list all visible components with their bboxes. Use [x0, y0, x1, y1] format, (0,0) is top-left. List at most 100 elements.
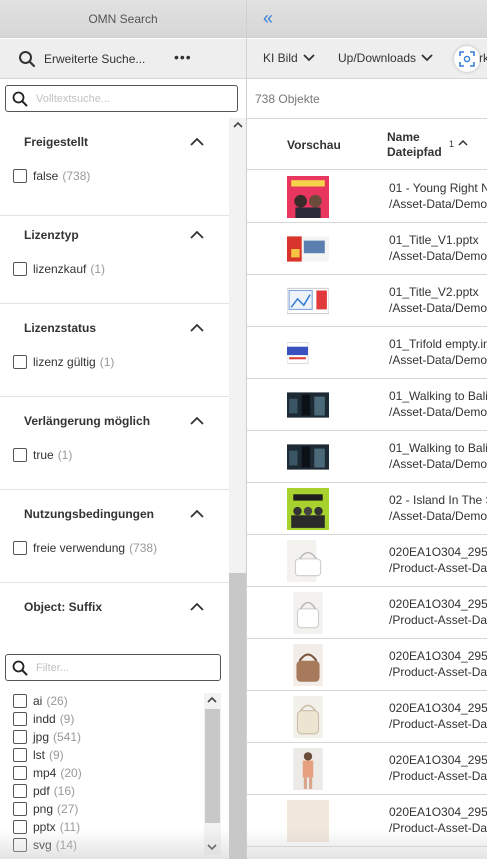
checkbox[interactable]	[13, 802, 27, 816]
suffix-filter-input[interactable]	[36, 661, 206, 674]
checkbox[interactable]	[13, 262, 27, 276]
checkbox[interactable]	[13, 730, 27, 744]
column-preview[interactable]: Vorschau	[287, 138, 341, 152]
suffix-scrollbar[interactable]	[204, 693, 221, 855]
checkbox[interactable]	[13, 784, 27, 798]
sort-up-icon[interactable]	[458, 139, 468, 147]
table-row[interactable]: 01_Trifold empty.indd/Asset-Data/Demo	[247, 327, 487, 379]
table-row[interactable]: 01_Title_V1.pptx/Asset-Data/Demo	[247, 223, 487, 275]
preview-thumbnail[interactable]	[287, 280, 329, 322]
file-name: 020EA1O304_295	[389, 545, 487, 559]
facet-option[interactable]: false (738)	[13, 169, 90, 183]
preview-thumbnail[interactable]	[287, 384, 329, 426]
preview-thumbnail[interactable]	[287, 800, 329, 842]
facet-option[interactable]: lizenzkauf (1)	[13, 262, 105, 276]
facet-option[interactable]: true (1)	[13, 448, 72, 462]
chevron-up-icon[interactable]	[190, 137, 204, 146]
preview-thumbnail[interactable]	[287, 540, 329, 582]
ki-bild-dropdown[interactable]: KI Bild	[263, 51, 315, 65]
facet-option-count: (1)	[99, 355, 115, 369]
facet-section: Lizenztyp lizenzkauf (1)	[0, 211, 229, 304]
chevron-up-icon[interactable]	[190, 323, 204, 332]
preview-thumbnail[interactable]	[287, 176, 329, 218]
chevron-up-icon[interactable]	[190, 230, 204, 239]
checkbox[interactable]	[13, 448, 27, 462]
checkbox[interactable]	[13, 766, 27, 780]
table-row[interactable]: 01_Walking to Bali/Asset-Data/Demo	[247, 379, 487, 431]
row-text: 020EA1O304_295/Product-Asset-Data	[389, 544, 487, 576]
chevron-up-icon[interactable]	[190, 416, 204, 425]
suffix-option[interactable]: pdf (16)	[13, 784, 75, 798]
preview-thumbnail[interactable]	[287, 488, 329, 530]
table-row[interactable]: 01_Title_V2.pptx/Asset-Data/Demo	[247, 275, 487, 327]
row-text: 01_Title_V2.pptx/Asset-Data/Demo	[389, 284, 487, 316]
facet-option-label: lizenzkauf	[33, 262, 87, 276]
table-row[interactable]: 020EA1O304_295/Product-Asset-Data	[247, 535, 487, 587]
suffix-option[interactable]: mp4 (20)	[13, 766, 82, 780]
thumbnail-image	[287, 540, 322, 582]
suffix-scroll-thumb[interactable]	[205, 709, 220, 823]
table-row[interactable]: 01 - Young Right Now/Asset-Data/Demo	[247, 171, 487, 223]
suffix-option[interactable]: ai (26)	[13, 694, 68, 708]
suffix-option-count: (9)	[59, 712, 75, 726]
suffix-option[interactable]: indd (9)	[13, 712, 74, 726]
thumbnail-image	[293, 748, 323, 790]
suffix-option[interactable]: jpg (541)	[13, 730, 81, 744]
preview-thumbnail[interactable]	[287, 228, 329, 270]
facet-scroll-thumb[interactable]	[229, 573, 246, 859]
file-name: 01_Walking to Bali	[389, 441, 487, 455]
checkbox[interactable]	[13, 712, 27, 726]
facet-scrollbar[interactable]	[229, 118, 246, 859]
scroll-down-icon[interactable]	[207, 843, 217, 851]
more-options-button[interactable]: •••	[174, 49, 192, 65]
image-scan-button[interactable]	[454, 46, 480, 72]
thumbnail-image	[293, 592, 323, 634]
checkbox[interactable]	[13, 748, 27, 762]
checkbox[interactable]	[13, 169, 27, 183]
fulltext-search[interactable]	[5, 85, 238, 112]
file-name: 01 - Young Right Now	[389, 181, 487, 195]
column-name-label: Name	[387, 130, 420, 144]
checkbox[interactable]	[13, 838, 27, 852]
table-row[interactable]: 01_Walking to Bali/Asset-Data/Demo	[247, 431, 487, 483]
suffix-option-label: pdf	[33, 784, 50, 798]
file-name: 020EA1O304_295	[389, 805, 487, 819]
fulltext-search-input[interactable]	[36, 92, 226, 105]
preview-thumbnail[interactable]	[287, 748, 329, 790]
row-text: 020EA1O304_295/Product-Asset-Data	[389, 700, 487, 732]
checkbox[interactable]	[13, 541, 27, 555]
suffix-option[interactable]: svg (14)	[13, 838, 77, 852]
table-row[interactable]: 020EA1O304_295/Product-Asset-Data	[247, 743, 487, 795]
suffix-option-label: lst	[33, 748, 45, 762]
table-row[interactable]: 02 - Island In The Sun/Asset-Data/Demo	[247, 483, 487, 535]
double-chevron-left-icon[interactable]: «	[263, 9, 273, 27]
checkbox[interactable]	[13, 694, 27, 708]
scroll-up-icon[interactable]	[233, 121, 243, 129]
column-name-path[interactable]: Name Dateipfad	[387, 130, 442, 160]
preview-thumbnail[interactable]	[287, 436, 329, 478]
facet-option[interactable]: lizenz gültig (1)	[13, 355, 114, 369]
file-name: 020EA1O304_295	[389, 649, 487, 663]
table-row[interactable]: 020EA1O304_295/Product-Asset-Data	[247, 795, 487, 847]
table-row[interactable]: 020EA1O304_295/Product-Asset-Data	[247, 587, 487, 639]
checkbox[interactable]	[13, 820, 27, 834]
chevron-up-icon[interactable]	[190, 509, 204, 518]
advanced-search-button[interactable]: Erweiterte Suche...	[18, 50, 145, 68]
chevron-up-icon[interactable]	[190, 602, 204, 611]
preview-thumbnail[interactable]	[287, 332, 329, 374]
suffix-option[interactable]: lst (9)	[13, 748, 64, 762]
table-row[interactable]: 020EA1O304_295/Product-Asset-Data	[247, 691, 487, 743]
up-downloads-dropdown[interactable]: Up/Downloads	[338, 51, 433, 65]
facet-option-label: lizenz gültig	[33, 355, 96, 369]
suffix-filter[interactable]	[5, 654, 221, 681]
preview-thumbnail[interactable]	[287, 696, 329, 738]
preview-thumbnail[interactable]	[287, 644, 329, 686]
table-row[interactable]: 020EA1O304_295/Product-Asset-Data	[247, 639, 487, 691]
suffix-option[interactable]: png (27)	[13, 802, 78, 816]
preview-thumbnail[interactable]	[287, 592, 329, 634]
scroll-up-icon[interactable]	[207, 696, 217, 704]
facet-option[interactable]: freie verwendung (738)	[13, 541, 157, 555]
ki-bild-label: KI Bild	[263, 51, 298, 65]
checkbox[interactable]	[13, 355, 27, 369]
suffix-option[interactable]: pptx (11)	[13, 820, 80, 834]
